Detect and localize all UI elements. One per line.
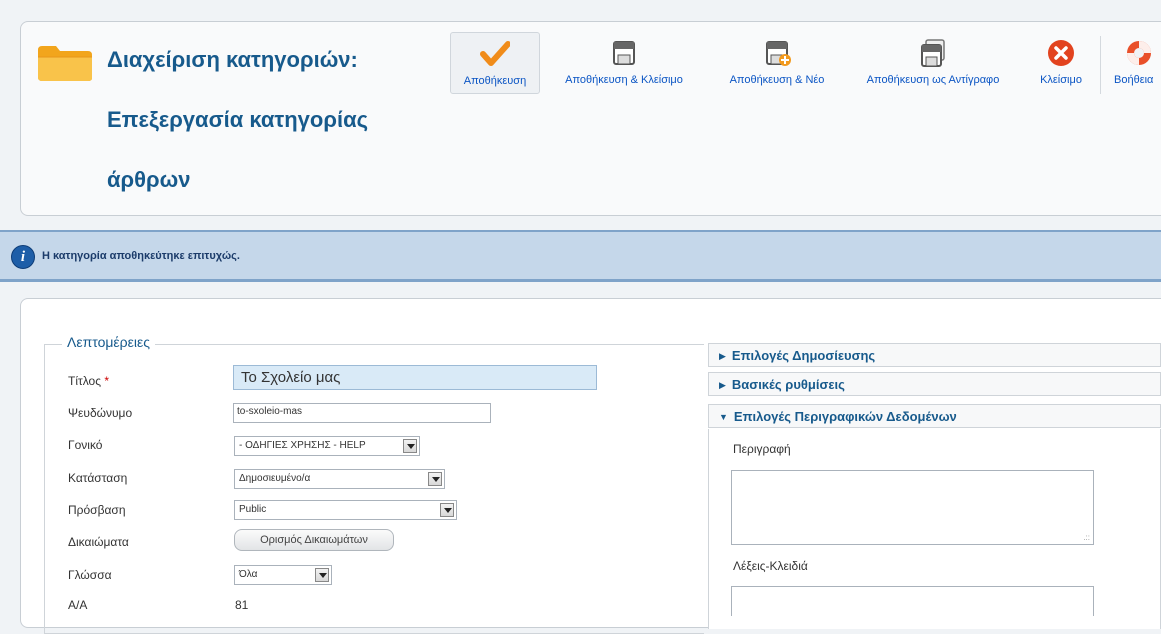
accordion-metadata-options[interactable]: ▼ Επιλογές Περιγραφικών Δεδομένων: [708, 404, 1161, 428]
close-icon: [1048, 40, 1074, 66]
set-permissions-button[interactable]: Ορισμός Δικαιωμάτων: [234, 529, 394, 551]
info-icon: i: [11, 245, 35, 269]
accordion-basic-options[interactable]: ▶ Βασικές ρυθμίσεις: [708, 372, 1161, 396]
title-label: Τίτλος *: [68, 374, 109, 388]
close-button[interactable]: Κλείσιμο: [1030, 32, 1092, 94]
accordion-metadata-label: Επιλογές Περιγραφικών Δεδομένων: [733, 409, 957, 424]
chevron-down-icon: [440, 503, 454, 517]
accordion-basic-label: Βασικές ρυθμίσεις: [731, 377, 845, 392]
floppy-disks-copy-icon: [921, 39, 945, 67]
toolbar-divider: [1100, 36, 1101, 94]
system-message-text: Η κατηγορία αποθηκεύτηκε επιτυχώς.: [42, 250, 240, 262]
keywords-label: Λέξεις-Κλειδιά: [733, 559, 808, 573]
status-select-value: Δημοσιευμένο/α: [239, 473, 311, 484]
lifebuoy-icon: [1127, 41, 1151, 65]
alias-input[interactable]: to-sxoleio-mas: [233, 403, 491, 423]
details-legend: Λεπτομέρειες: [62, 334, 155, 350]
title-label-text: Τίτλος: [68, 374, 102, 388]
floppy-disk-icon: [613, 41, 635, 65]
chevron-down-icon: [428, 472, 442, 486]
help-button[interactable]: Βοήθεια: [1108, 32, 1161, 94]
parent-select-value: - ΟΔΗΓΙΕΣ ΧΡΗΣΗΣ - HELP: [239, 440, 366, 451]
access-label: Πρόσβαση: [68, 503, 126, 517]
save-label: Αποθήκευση: [463, 75, 527, 87]
save-close-button[interactable]: Αποθήκευση & Κλείσιμο: [548, 32, 700, 94]
page-title-line-1: Διαχείριση κατηγοριών:: [107, 47, 358, 72]
alias-label: Ψευδώνυμο: [68, 406, 133, 420]
page-title-line-2: Επεξεργασία κατηγορίας: [107, 107, 369, 132]
save-button[interactable]: Αποθήκευση: [450, 32, 540, 94]
id-label: Α/Α: [68, 598, 88, 612]
accordion-publishing-options[interactable]: ▶ Επιλογές Δημοσίευσης: [708, 343, 1161, 367]
permissions-label: Δικαιώματα: [68, 535, 129, 549]
chevron-down-icon: [403, 439, 417, 453]
page-title-line-3: άρθρων: [107, 167, 191, 192]
language-select-value: Όλα: [239, 569, 258, 580]
help-label: Βοήθεια: [1114, 74, 1154, 86]
status-label: Κατάσταση: [68, 471, 128, 485]
triangle-down-icon: ▼: [719, 412, 728, 422]
save-new-label: Αποθήκευση & Νέο: [729, 74, 825, 86]
chevron-down-icon: [315, 568, 329, 582]
save-copy-label: Αποθήκευση ως Αντίγραφο: [866, 74, 1000, 86]
parent-label: Γονικό: [68, 438, 103, 452]
folder-icon: [38, 46, 92, 81]
language-select[interactable]: Όλα: [234, 565, 332, 585]
accordion-publishing-label: Επιλογές Δημοσίευσης: [731, 348, 876, 363]
meta-description-textarea[interactable]: .::: [731, 470, 1094, 545]
language-label: Γλώσσα: [68, 568, 112, 582]
triangle-right-icon: ▶: [719, 351, 726, 361]
save-new-button[interactable]: Αποθήκευση & Νέο: [714, 32, 840, 94]
save-copy-button[interactable]: Αποθήκευση ως Αντίγραφο: [848, 32, 1018, 94]
floppy-disk-add-icon: [766, 41, 791, 66]
meta-keywords-textarea[interactable]: [731, 586, 1094, 616]
checkmark-icon: [480, 41, 510, 66]
parent-select[interactable]: - ΟΔΗΓΙΕΣ ΧΡΗΣΗΣ - HELP: [234, 436, 420, 456]
id-value: 81: [235, 598, 249, 612]
resize-grip-icon: .::: [1083, 533, 1090, 542]
access-select[interactable]: Public: [234, 500, 457, 520]
title-input[interactable]: Το Σχολείο μας: [233, 365, 597, 390]
access-select-value: Public: [239, 504, 267, 515]
close-label: Κλείσιμο: [1040, 74, 1082, 86]
description-label: Περιγραφή: [733, 442, 791, 456]
required-mark: *: [104, 374, 110, 388]
triangle-right-icon: ▶: [719, 380, 726, 390]
save-close-label: Αποθήκευση & Κλείσιμο: [565, 74, 683, 86]
status-select[interactable]: Δημοσιευμένο/α: [234, 469, 445, 489]
